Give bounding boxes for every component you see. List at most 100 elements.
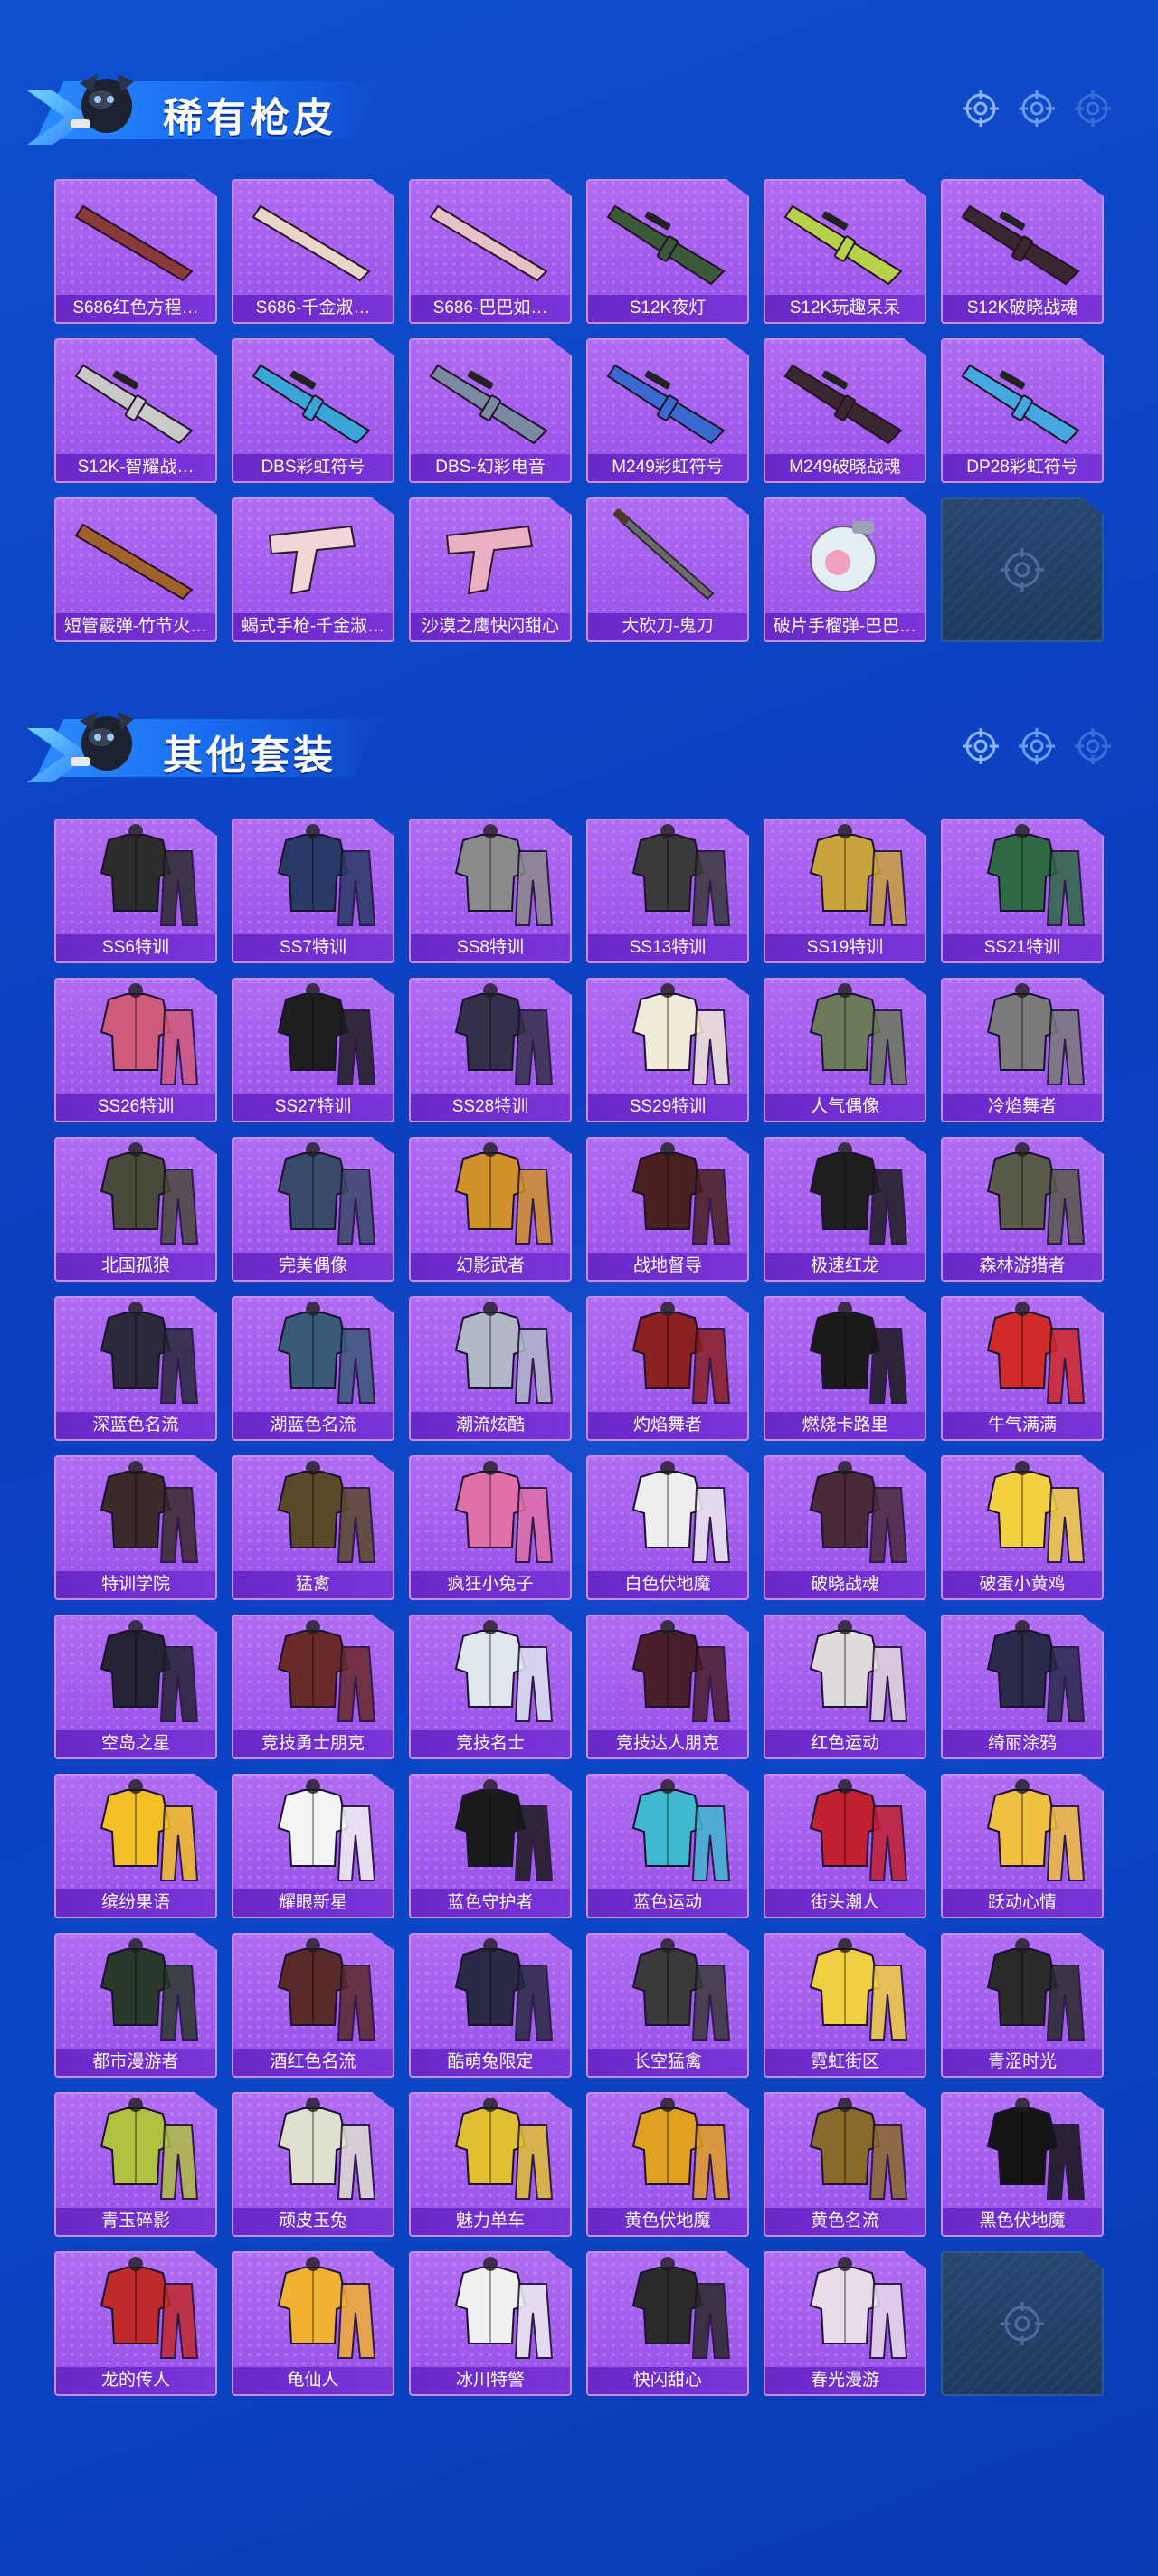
outfit-card[interactable]: 黄色名流 [764,2092,926,2237]
gun-skin-card[interactable]: M249彩虹符号 [586,338,749,483]
outfit-icon [454,1620,554,1722]
outfit-icon [277,1620,376,1722]
outfit-card[interactable]: 街头潮人 [764,1774,926,1918]
outfit-card[interactable]: SS19特训 [764,819,926,963]
outfit-card[interactable]: 霓虹街区 [764,1933,926,2078]
outfit-card[interactable]: 春光漫游 [764,2251,926,2396]
outfit-card[interactable]: 森林游猎者 [941,1137,1104,1282]
gun-skin-card[interactable]: DP28彩虹符号 [941,338,1104,483]
outfit-card[interactable]: SS7特训 [232,819,394,963]
gun-skin-card[interactable]: 蝎式手枪-千金淑… [232,497,394,642]
outfit-card[interactable]: 青玉碎影 [54,2092,217,2237]
outfit-card[interactable]: 竞技达人朋克 [586,1615,749,1759]
outfit-card[interactable]: 缤纷果语 [54,1774,217,1918]
outfit-card[interactable]: 冷焰舞者 [941,978,1104,1122]
gun-skin-card[interactable]: S12K夜灯 [586,179,749,324]
outfit-icon [986,1142,1086,1245]
gun-skin-card[interactable]: S12K-智耀战… [54,338,217,483]
outfit-card[interactable]: 龙的传人 [54,2251,217,2396]
outfit-icon [631,1620,731,1722]
outfit-card[interactable]: SS27特训 [232,978,394,1122]
outfit-card[interactable]: 红色运动 [764,1615,926,1759]
outfit-card[interactable]: 人气偶像 [764,978,926,1122]
gun-skin-card[interactable]: S12K破晓战魂 [941,179,1104,324]
outfit-card[interactable]: SS29特训 [586,978,749,1122]
outfit-card[interactable]: SS28特训 [409,978,572,1122]
crosshair-icon [1019,728,1055,764]
outfit-card[interactable]: 黄色伏地魔 [586,2092,749,2237]
outfit-card[interactable]: 酷萌兔限定 [409,1933,572,2078]
outfit-card[interactable]: 湖蓝色名流 [232,1296,394,1441]
outfit-card[interactable]: SS21特训 [941,819,1104,963]
crosshair-icon [963,90,999,127]
outfit-card[interactable]: 牛气满满 [941,1296,1104,1441]
outfit-card[interactable]: 竞技勇士朋克 [232,1615,394,1759]
gun-skin-card[interactable]: S686-巴巴如… [409,179,572,324]
card-label: 竞技名士 [411,1730,570,1757]
gun-skin-card[interactable]: DBS彩虹符号 [232,338,394,483]
gun-skin-card[interactable]: S686-千金淑… [232,179,394,324]
gun-skin-card[interactable]: 大砍刀-鬼刀 [586,497,749,642]
rifle-icon [783,204,903,286]
outfit-card[interactable]: 冰川特警 [409,2251,572,2396]
outfit-card[interactable]: 酒红色名流 [232,1933,394,2078]
outfit-icon [631,1938,731,2041]
outfit-card[interactable]: 破蛋小黄鸡 [941,1455,1104,1600]
card-label: 红色运动 [765,1730,925,1757]
outfit-icon [809,2257,908,2359]
empty-slot[interactable] [941,2251,1104,2396]
card-label: 战地督导 [588,1253,747,1280]
card-label: 完美偶像 [233,1253,393,1280]
outfit-card[interactable]: 耀眼新星 [232,1774,394,1918]
outfit-card[interactable]: 燃烧卡路里 [764,1296,926,1441]
card-label: 牛气满满 [943,1412,1102,1439]
outfit-card[interactable]: 深蓝色名流 [54,1296,217,1441]
outfit-card[interactable]: 潮流炫酷 [409,1296,572,1441]
gun-skin-card[interactable]: 短管霰弹-竹节火… [54,497,217,642]
outfit-card[interactable]: SS6特训 [54,819,217,963]
gun-skin-card[interactable]: DBS-幻彩电音 [409,338,572,483]
outfit-card[interactable]: 疯狂小兔子 [409,1455,572,1600]
outfit-card[interactable]: 幻影武者 [409,1137,572,1282]
outfit-icon [454,1461,554,1563]
outfit-card[interactable]: 灼焰舞者 [586,1296,749,1441]
gun-skin-card[interactable]: M249破晓战魂 [764,338,926,483]
empty-slot[interactable] [941,497,1104,642]
outfit-card[interactable]: SS8特训 [409,819,572,963]
outfit-card[interactable]: 战地督导 [586,1137,749,1282]
outfit-card[interactable]: 猛禽 [232,1455,394,1600]
outfit-card[interactable]: 完美偶像 [232,1137,394,1282]
card-label: 冰川特警 [411,2367,570,2394]
outfit-card[interactable]: SS26特训 [54,978,217,1122]
outfit-card[interactable]: 快闪甜心 [586,2251,749,2396]
outfit-card[interactable]: 跃动心情 [941,1774,1104,1918]
outfit-card[interactable]: 绮丽涂鸦 [941,1615,1104,1759]
outfit-card[interactable]: 极速红龙 [764,1137,926,1282]
card-label: 极速红龙 [765,1253,925,1280]
outfit-icon [986,1302,1086,1404]
gun-skin-card[interactable]: S686红色方程… [54,179,217,324]
outfit-card[interactable]: 青涩时光 [941,1933,1104,2078]
outfit-card[interactable]: 白色伏地魔 [586,1455,749,1600]
gun-skin-card[interactable]: S12K玩趣呆呆 [764,179,926,324]
card-label: 深蓝色名流 [56,1412,215,1439]
gun-skin-card[interactable]: 破片手榴弹-巴巴… [764,497,926,642]
outfit-card[interactable]: 龟仙人 [232,2251,394,2396]
card-label: SS13特训 [588,934,747,961]
outfit-card[interactable]: 竞技名士 [409,1615,572,1759]
card-label: 跃动心情 [943,1889,1102,1917]
outfit-card[interactable]: 蓝色守护者 [409,1774,572,1918]
outfit-card[interactable]: 顽皮玉兔 [232,2092,394,2237]
outfit-card[interactable]: SS13特训 [586,819,749,963]
outfit-card[interactable]: 北国孤狼 [54,1137,217,1282]
outfit-card[interactable]: 蓝色运动 [586,1774,749,1918]
outfit-card[interactable]: 都市漫游者 [54,1933,217,2078]
outfit-card[interactable]: 破晓战魂 [764,1455,926,1600]
outfit-card[interactable]: 长空猛禽 [586,1933,749,2078]
outfit-card[interactable]: 空岛之星 [54,1615,217,1759]
outfit-card[interactable]: 黑色伏地魔 [941,2092,1104,2237]
outfit-card[interactable]: 特训学院 [54,1455,217,1600]
gun-skin-card[interactable]: 沙漠之鹰快闪甜心 [409,497,572,642]
outfit-icon [809,1302,908,1404]
outfit-card[interactable]: 魅力单车 [409,2092,572,2237]
